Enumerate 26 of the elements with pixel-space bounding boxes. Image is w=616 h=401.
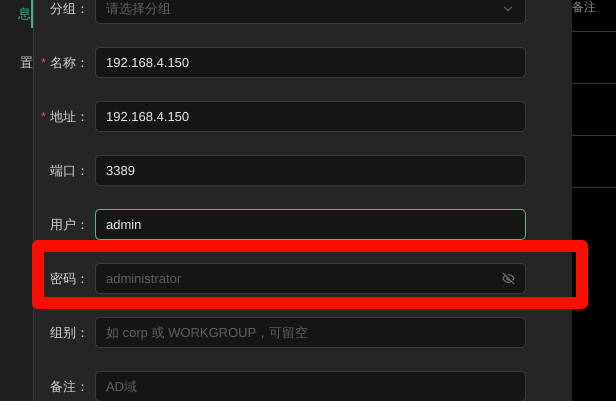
column-header: 备注 [572,0,596,14]
field-label: 名称： [50,54,89,72]
input-field[interactable]: 192.168.4.150 [95,101,526,132]
field-label: 端口： [50,162,89,180]
field-placeholder: 请选择分组 [106,0,171,18]
field-placeholder: AD域 [106,378,138,396]
field-value: 192.168.4.150 [106,108,190,126]
eye-off-icon[interactable] [502,272,515,285]
field-value: 192.168.4.150 [106,54,190,72]
field-label: 备注： [50,378,89,396]
field-label: 密码： [50,270,89,288]
field-value: admin [106,216,142,234]
input-field[interactable]: admin [95,209,526,240]
field-label: 用户： [50,216,89,234]
sidebar-tab[interactable]: 置 [0,49,33,77]
required-mark: * [40,108,46,126]
field-value: 3389 [106,162,135,180]
required-mark: * [40,54,46,72]
field-label: 分组： [50,0,89,18]
field-placeholder: 如 corp 或 WORKGROUP，可留空 [106,324,308,342]
input-field[interactable]: 192.168.4.150 [95,47,526,78]
input-field[interactable]: 3389 [95,155,526,186]
field-label: 组别： [50,324,89,342]
sidebar-tab[interactable]: 息 [0,0,33,28]
field-label: 地址： [50,108,89,126]
field-placeholder: administrator [106,270,182,288]
